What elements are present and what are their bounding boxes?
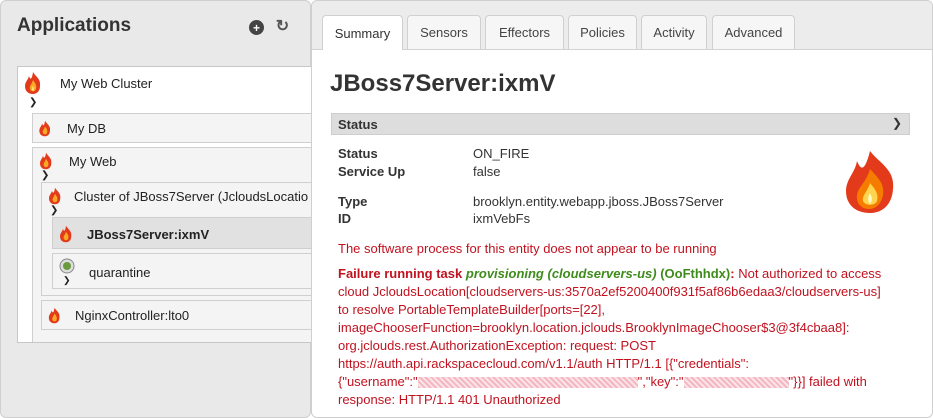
service-up-value: false <box>473 164 501 179</box>
type-value: brooklyn.entity.webapp.jboss.JBoss7Serve… <box>473 194 724 209</box>
tab-sensors[interactable]: Sensors <box>407 15 481 49</box>
fire-icon <box>39 120 51 137</box>
tab-bar: Summary Sensors Effectors Policies Activ… <box>312 1 932 50</box>
failure-line: to resolve PortableTemplateBuilder[ports… <box>338 302 606 317</box>
tree-item-label: My Web <box>69 153 117 169</box>
failure-text: ","key":" <box>637 374 684 389</box>
tree-item-label: Cluster of JBoss7Server (JcloudsLocatio <box>74 188 309 204</box>
tab-advanced[interactable]: Advanced <box>712 15 795 49</box>
not-running-message: The software process for this entity doe… <box>338 241 717 256</box>
tree-item-my-web-cluster[interactable]: My Web Cluster <box>22 71 152 95</box>
tree-node-my-db[interactable]: My DB <box>32 113 313 143</box>
tree-item-label: My Web Cluster <box>60 75 153 91</box>
failure-colon: : <box>730 266 735 281</box>
tree-item-label: NginxController:lto0 <box>75 308 190 323</box>
chevron-down-icon[interactable]: ❯ <box>892 116 902 130</box>
redacted-key <box>683 377 789 389</box>
fire-icon <box>25 72 41 94</box>
panel-title: Applications <box>17 15 132 36</box>
failure-line: cloud JcloudsLocation[cloudservers-us:35… <box>338 284 881 299</box>
tree-node-cluster[interactable]: Cluster of JBoss7Server (JcloudsLocatio … <box>41 182 313 296</box>
tree-item-label: quarantine <box>89 265 151 280</box>
failure-line: imageChooserFunction=brooklyn.location.j… <box>338 320 850 335</box>
tree-node-jboss-selected[interactable]: JBoss7Server:ixmV <box>52 217 313 249</box>
application-tree: My Web Cluster ❯ My DB My Web ❯ Cluster … <box>17 66 314 343</box>
task-link[interactable]: provisioning (cloudservers-us) <box>466 266 657 281</box>
tree-node-nginx[interactable]: NginxController:lto0 <box>41 300 313 330</box>
tree-node-my-web[interactable]: My Web ❯ Cluster of JBoss7Server (Jcloud… <box>32 147 313 342</box>
tree-node-quarantine[interactable]: quarantine ❯ <box>52 253 313 289</box>
failure-message: Failure running task provisioning (cloud… <box>338 265 913 409</box>
entity-title: JBoss7Server:ixmV <box>330 70 556 97</box>
tab-effectors[interactable]: Effectors <box>485 15 564 49</box>
failure-text: "}}] failed with <box>788 374 867 389</box>
tree-item-label: JBoss7Server:ixmV <box>87 226 210 242</box>
tree-item-label: My DB <box>67 121 106 136</box>
fire-icon <box>60 225 72 243</box>
service-up-key: Service Up <box>338 164 406 179</box>
failure-line: response: HTTP/1.1 401 Unauthorized <box>338 392 561 407</box>
fire-icon <box>48 307 60 324</box>
status-section-header[interactable]: Status ❯ <box>331 113 910 135</box>
stopped-icon <box>59 258 75 274</box>
tab-policies[interactable]: Policies <box>568 15 637 49</box>
failure-text: {"username":" <box>338 374 418 389</box>
chevron-down-icon[interactable]: ❯ <box>50 205 58 216</box>
applications-panel: Applications + ↻ My Web Cluster ❯ My DB … <box>0 0 314 418</box>
id-key: ID <box>338 211 351 226</box>
plus-icon: + <box>252 20 260 35</box>
entity-detail-panel: Summary Sensors Effectors Policies Activ… <box>311 0 933 418</box>
chevron-down-icon[interactable]: ❯ <box>41 170 49 181</box>
status-key: Status <box>338 146 378 161</box>
task-id: (OoFthhdx) <box>660 266 731 281</box>
chevron-right-icon[interactable]: ❯ <box>63 275 71 286</box>
refresh-icon: ↻ <box>275 17 290 35</box>
chevron-down-icon[interactable]: ❯ <box>29 97 37 108</box>
status-value: ON_FIRE <box>473 146 530 161</box>
refresh-button[interactable]: ↻ <box>275 17 290 35</box>
add-application-button[interactable]: + <box>249 20 264 35</box>
failure-line: org.jclouds.rest.AuthorizationException:… <box>338 338 656 353</box>
tab-summary[interactable]: Summary <box>322 15 403 50</box>
type-key: Type <box>338 194 368 209</box>
failure-line: https://auth.api.rackspacecloud.com/v1.1… <box>338 356 749 371</box>
redacted-username <box>417 377 638 389</box>
failure-prefix: Failure running task <box>338 266 463 281</box>
failure-text: Not authorized to access <box>738 266 882 281</box>
fire-icon <box>49 187 61 205</box>
tab-activity[interactable]: Activity <box>641 15 707 49</box>
section-label: Status <box>338 117 378 132</box>
id-value: ixmVebFs <box>473 211 531 226</box>
fire-icon <box>40 152 52 170</box>
fire-icon <box>846 151 894 213</box>
